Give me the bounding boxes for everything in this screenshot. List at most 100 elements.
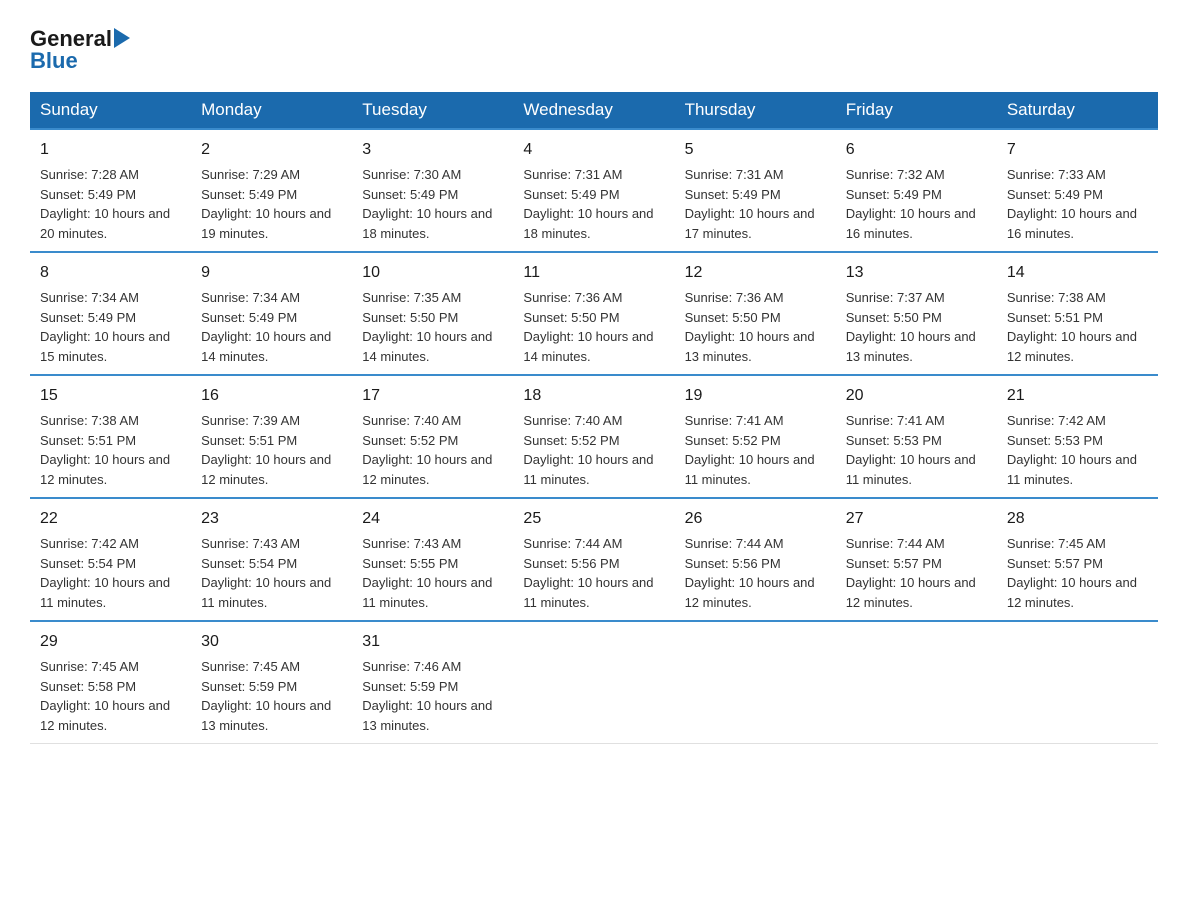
calendar-day-cell: 6 Sunrise: 7:32 AMSunset: 5:49 PMDayligh…	[836, 129, 997, 252]
calendar-day-cell: 25 Sunrise: 7:44 AMSunset: 5:56 PMDaylig…	[513, 498, 674, 621]
day-info: Sunrise: 7:40 AMSunset: 5:52 PMDaylight:…	[362, 413, 492, 487]
calendar-day-cell: 22 Sunrise: 7:42 AMSunset: 5:54 PMDaylig…	[30, 498, 191, 621]
day-of-week-header: Wednesday	[513, 92, 674, 129]
day-number: 23	[201, 507, 342, 531]
day-info: Sunrise: 7:36 AMSunset: 5:50 PMDaylight:…	[523, 290, 653, 364]
day-of-week-header: Sunday	[30, 92, 191, 129]
day-info: Sunrise: 7:33 AMSunset: 5:49 PMDaylight:…	[1007, 167, 1137, 241]
day-number: 27	[846, 507, 987, 531]
calendar-day-cell: 11 Sunrise: 7:36 AMSunset: 5:50 PMDaylig…	[513, 252, 674, 375]
day-info: Sunrise: 7:43 AMSunset: 5:55 PMDaylight:…	[362, 536, 492, 610]
day-of-week-header: Tuesday	[352, 92, 513, 129]
calendar-day-cell	[675, 621, 836, 744]
day-info: Sunrise: 7:46 AMSunset: 5:59 PMDaylight:…	[362, 659, 492, 733]
calendar-day-cell: 16 Sunrise: 7:39 AMSunset: 5:51 PMDaylig…	[191, 375, 352, 498]
day-number: 20	[846, 384, 987, 408]
day-info: Sunrise: 7:34 AMSunset: 5:49 PMDaylight:…	[201, 290, 331, 364]
day-info: Sunrise: 7:44 AMSunset: 5:56 PMDaylight:…	[523, 536, 653, 610]
day-info: Sunrise: 7:39 AMSunset: 5:51 PMDaylight:…	[201, 413, 331, 487]
calendar-day-cell: 19 Sunrise: 7:41 AMSunset: 5:52 PMDaylig…	[675, 375, 836, 498]
day-info: Sunrise: 7:38 AMSunset: 5:51 PMDaylight:…	[40, 413, 170, 487]
day-info: Sunrise: 7:45 AMSunset: 5:59 PMDaylight:…	[201, 659, 331, 733]
calendar-day-cell: 1 Sunrise: 7:28 AMSunset: 5:49 PMDayligh…	[30, 129, 191, 252]
calendar-day-cell: 10 Sunrise: 7:35 AMSunset: 5:50 PMDaylig…	[352, 252, 513, 375]
calendar-day-cell: 30 Sunrise: 7:45 AMSunset: 5:59 PMDaylig…	[191, 621, 352, 744]
day-number: 17	[362, 384, 503, 408]
calendar-day-cell: 24 Sunrise: 7:43 AMSunset: 5:55 PMDaylig…	[352, 498, 513, 621]
day-info: Sunrise: 7:42 AMSunset: 5:53 PMDaylight:…	[1007, 413, 1137, 487]
calendar-day-cell: 31 Sunrise: 7:46 AMSunset: 5:59 PMDaylig…	[352, 621, 513, 744]
day-info: Sunrise: 7:41 AMSunset: 5:52 PMDaylight:…	[685, 413, 815, 487]
calendar-day-cell: 12 Sunrise: 7:36 AMSunset: 5:50 PMDaylig…	[675, 252, 836, 375]
day-number: 5	[685, 138, 826, 162]
day-number: 13	[846, 261, 987, 285]
calendar-day-cell: 20 Sunrise: 7:41 AMSunset: 5:53 PMDaylig…	[836, 375, 997, 498]
calendar-week-row: 29 Sunrise: 7:45 AMSunset: 5:58 PMDaylig…	[30, 621, 1158, 744]
calendar-day-cell: 23 Sunrise: 7:43 AMSunset: 5:54 PMDaylig…	[191, 498, 352, 621]
day-info: Sunrise: 7:31 AMSunset: 5:49 PMDaylight:…	[685, 167, 815, 241]
day-number: 21	[1007, 384, 1148, 408]
day-info: Sunrise: 7:44 AMSunset: 5:56 PMDaylight:…	[685, 536, 815, 610]
calendar-day-cell: 15 Sunrise: 7:38 AMSunset: 5:51 PMDaylig…	[30, 375, 191, 498]
day-number: 18	[523, 384, 664, 408]
logo-arrow-icon	[114, 28, 130, 48]
day-info: Sunrise: 7:34 AMSunset: 5:49 PMDaylight:…	[40, 290, 170, 364]
day-number: 22	[40, 507, 181, 531]
day-info: Sunrise: 7:40 AMSunset: 5:52 PMDaylight:…	[523, 413, 653, 487]
day-of-week-header: Friday	[836, 92, 997, 129]
day-of-week-header: Thursday	[675, 92, 836, 129]
day-number: 26	[685, 507, 826, 531]
day-number: 24	[362, 507, 503, 531]
day-number: 14	[1007, 261, 1148, 285]
day-info: Sunrise: 7:42 AMSunset: 5:54 PMDaylight:…	[40, 536, 170, 610]
calendar-day-cell	[513, 621, 674, 744]
calendar-day-cell: 2 Sunrise: 7:29 AMSunset: 5:49 PMDayligh…	[191, 129, 352, 252]
day-number: 25	[523, 507, 664, 531]
day-info: Sunrise: 7:29 AMSunset: 5:49 PMDaylight:…	[201, 167, 331, 241]
calendar-day-cell: 28 Sunrise: 7:45 AMSunset: 5:57 PMDaylig…	[997, 498, 1158, 621]
day-number: 1	[40, 138, 181, 162]
calendar-week-row: 8 Sunrise: 7:34 AMSunset: 5:49 PMDayligh…	[30, 252, 1158, 375]
day-number: 9	[201, 261, 342, 285]
calendar-day-cell: 5 Sunrise: 7:31 AMSunset: 5:49 PMDayligh…	[675, 129, 836, 252]
day-info: Sunrise: 7:44 AMSunset: 5:57 PMDaylight:…	[846, 536, 976, 610]
day-number: 8	[40, 261, 181, 285]
calendar-day-cell	[997, 621, 1158, 744]
day-number: 29	[40, 630, 181, 654]
day-number: 4	[523, 138, 664, 162]
calendar-day-cell: 4 Sunrise: 7:31 AMSunset: 5:49 PMDayligh…	[513, 129, 674, 252]
logo: General Blue	[30, 20, 130, 74]
day-number: 31	[362, 630, 503, 654]
calendar-day-cell: 26 Sunrise: 7:44 AMSunset: 5:56 PMDaylig…	[675, 498, 836, 621]
page-header: General Blue	[30, 20, 1158, 74]
day-number: 7	[1007, 138, 1148, 162]
calendar-day-cell: 27 Sunrise: 7:44 AMSunset: 5:57 PMDaylig…	[836, 498, 997, 621]
day-number: 3	[362, 138, 503, 162]
day-info: Sunrise: 7:45 AMSunset: 5:57 PMDaylight:…	[1007, 536, 1137, 610]
day-info: Sunrise: 7:41 AMSunset: 5:53 PMDaylight:…	[846, 413, 976, 487]
calendar-day-cell: 8 Sunrise: 7:34 AMSunset: 5:49 PMDayligh…	[30, 252, 191, 375]
calendar-day-cell: 13 Sunrise: 7:37 AMSunset: 5:50 PMDaylig…	[836, 252, 997, 375]
calendar-day-cell: 21 Sunrise: 7:42 AMSunset: 5:53 PMDaylig…	[997, 375, 1158, 498]
day-info: Sunrise: 7:31 AMSunset: 5:49 PMDaylight:…	[523, 167, 653, 241]
calendar-week-row: 15 Sunrise: 7:38 AMSunset: 5:51 PMDaylig…	[30, 375, 1158, 498]
day-info: Sunrise: 7:35 AMSunset: 5:50 PMDaylight:…	[362, 290, 492, 364]
day-number: 19	[685, 384, 826, 408]
day-number: 11	[523, 261, 664, 285]
calendar-day-cell: 17 Sunrise: 7:40 AMSunset: 5:52 PMDaylig…	[352, 375, 513, 498]
day-number: 16	[201, 384, 342, 408]
day-number: 10	[362, 261, 503, 285]
day-info: Sunrise: 7:30 AMSunset: 5:49 PMDaylight:…	[362, 167, 492, 241]
calendar-day-cell: 18 Sunrise: 7:40 AMSunset: 5:52 PMDaylig…	[513, 375, 674, 498]
day-info: Sunrise: 7:32 AMSunset: 5:49 PMDaylight:…	[846, 167, 976, 241]
calendar-day-cell: 9 Sunrise: 7:34 AMSunset: 5:49 PMDayligh…	[191, 252, 352, 375]
day-number: 2	[201, 138, 342, 162]
day-info: Sunrise: 7:36 AMSunset: 5:50 PMDaylight:…	[685, 290, 815, 364]
day-of-week-header: Monday	[191, 92, 352, 129]
day-info: Sunrise: 7:38 AMSunset: 5:51 PMDaylight:…	[1007, 290, 1137, 364]
day-number: 30	[201, 630, 342, 654]
day-header-row: SundayMondayTuesdayWednesdayThursdayFrid…	[30, 92, 1158, 129]
day-info: Sunrise: 7:45 AMSunset: 5:58 PMDaylight:…	[40, 659, 170, 733]
calendar-day-cell: 3 Sunrise: 7:30 AMSunset: 5:49 PMDayligh…	[352, 129, 513, 252]
calendar-day-cell	[836, 621, 997, 744]
